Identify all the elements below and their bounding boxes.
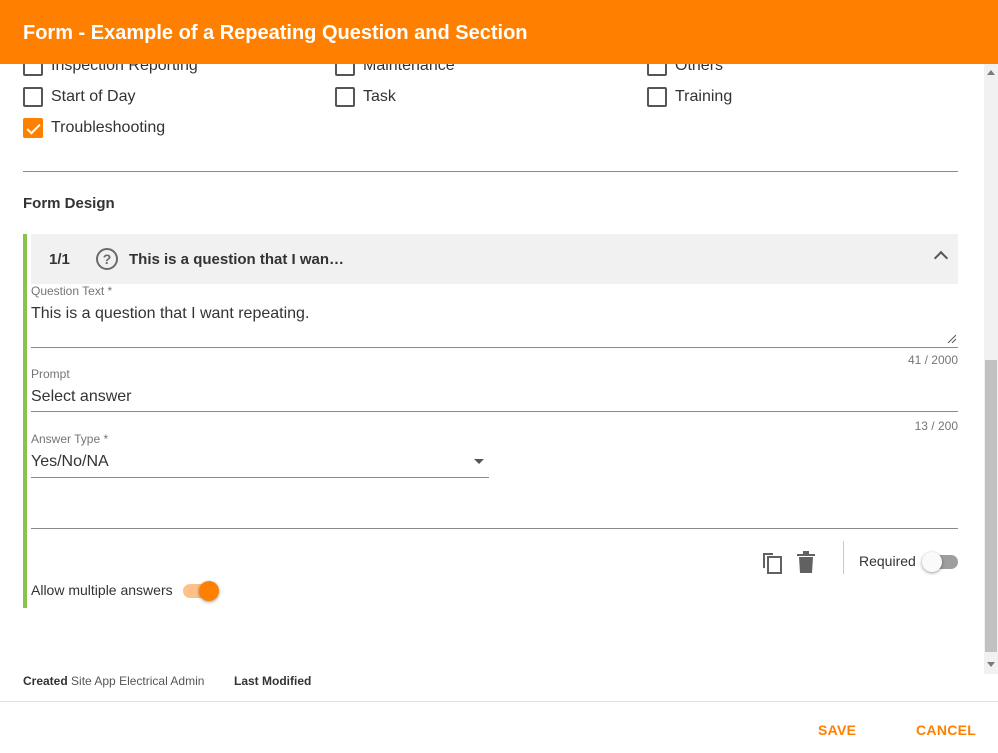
created-info: Created Site App Electrical Admin	[23, 674, 204, 688]
required-toggle[interactable]	[922, 552, 960, 572]
form-design-title: Form Design	[23, 195, 115, 212]
question-text-input[interactable]: This is a question that I want repeating…	[31, 305, 309, 323]
category-label: Training	[675, 88, 733, 105]
category-label: Start of Day	[51, 88, 136, 105]
category-label: Inspection Reporting	[51, 64, 198, 74]
dialog-title: Form - Example of a Repeating Question a…	[23, 22, 528, 44]
category-inspection-reporting[interactable]: Inspection Reporting	[23, 64, 198, 76]
prompt-label: Prompt	[31, 367, 70, 381]
question-text-underline	[31, 347, 958, 348]
dialog-header: Form - Example of a Repeating Question a…	[0, 0, 998, 64]
allow-multiple-toggle[interactable]	[183, 581, 219, 601]
category-others[interactable]: Others	[647, 64, 723, 76]
chevron-up-icon[interactable]	[933, 250, 949, 266]
answer-type-select[interactable]: Yes/No/NA	[31, 453, 109, 471]
created-value: Site App Electrical Admin	[71, 674, 205, 688]
category-label: Others	[675, 64, 724, 74]
answer-type-label: Answer Type *	[31, 432, 109, 446]
checkbox[interactable]	[23, 64, 43, 76]
checkbox[interactable]	[335, 64, 355, 76]
question-header-title: This is a question that I wan…	[129, 251, 345, 268]
toggle-thumb	[922, 552, 942, 572]
dialog-content: Inspection Reporting Maintenance Others …	[0, 64, 984, 702]
prompt-input[interactable]: Select answer	[31, 388, 132, 406]
question-text-counter: 41 / 2000	[907, 353, 958, 367]
checkbox[interactable]	[647, 64, 667, 76]
answer-type-underline	[31, 477, 489, 478]
toggle-thumb	[199, 581, 219, 601]
created-label: Created	[23, 674, 68, 688]
scrollbar[interactable]	[984, 64, 998, 674]
cancel-button[interactable]: CANCEL	[916, 722, 976, 738]
question-text-label: Question Text *	[31, 284, 113, 298]
checkbox[interactable]	[335, 87, 355, 107]
category-label: Troubleshooting	[51, 119, 166, 136]
category-task[interactable]: Task	[335, 87, 396, 107]
category-training[interactable]: Training	[647, 87, 732, 107]
allow-multiple-label: Allow multiple answers	[31, 582, 173, 598]
toolbar-separator	[843, 541, 844, 574]
category-troubleshooting[interactable]: Troubleshooting	[23, 118, 165, 138]
category-label: Maintenance	[363, 64, 455, 74]
resize-grip-icon[interactable]	[947, 334, 956, 343]
required-label: Required	[859, 553, 916, 569]
modified-label: Last Modified	[234, 674, 312, 688]
divider	[23, 171, 958, 172]
prompt-counter: 13 / 200	[914, 419, 958, 433]
help-circle-icon: ?	[96, 248, 118, 270]
save-button[interactable]: SAVE	[818, 722, 856, 738]
question-header[interactable]: 1/1 ? This is a question that I wan…	[31, 234, 958, 284]
question-number: 1/1	[49, 251, 70, 268]
prompt-underline	[31, 411, 958, 412]
category-label: Task	[363, 88, 396, 105]
checkbox-checked[interactable]	[23, 118, 43, 138]
field-underline	[31, 528, 958, 529]
category-maintenance[interactable]: Maintenance	[335, 64, 455, 76]
checkbox[interactable]	[647, 87, 667, 107]
checkbox[interactable]	[23, 87, 43, 107]
dialog-actions: SAVE CANCEL	[0, 701, 998, 753]
delete-icon[interactable]	[796, 551, 816, 573]
scrollbar-thumb[interactable]	[985, 360, 997, 652]
scroll-down-arrow-icon[interactable]	[987, 662, 995, 667]
modified-info: Last Modified	[234, 674, 311, 688]
scroll-up-arrow-icon[interactable]	[987, 70, 995, 75]
dropdown-arrow-icon[interactable]	[474, 459, 484, 464]
question-section-bar	[23, 234, 27, 608]
copy-icon[interactable]	[761, 550, 783, 574]
category-start-of-day[interactable]: Start of Day	[23, 87, 135, 107]
